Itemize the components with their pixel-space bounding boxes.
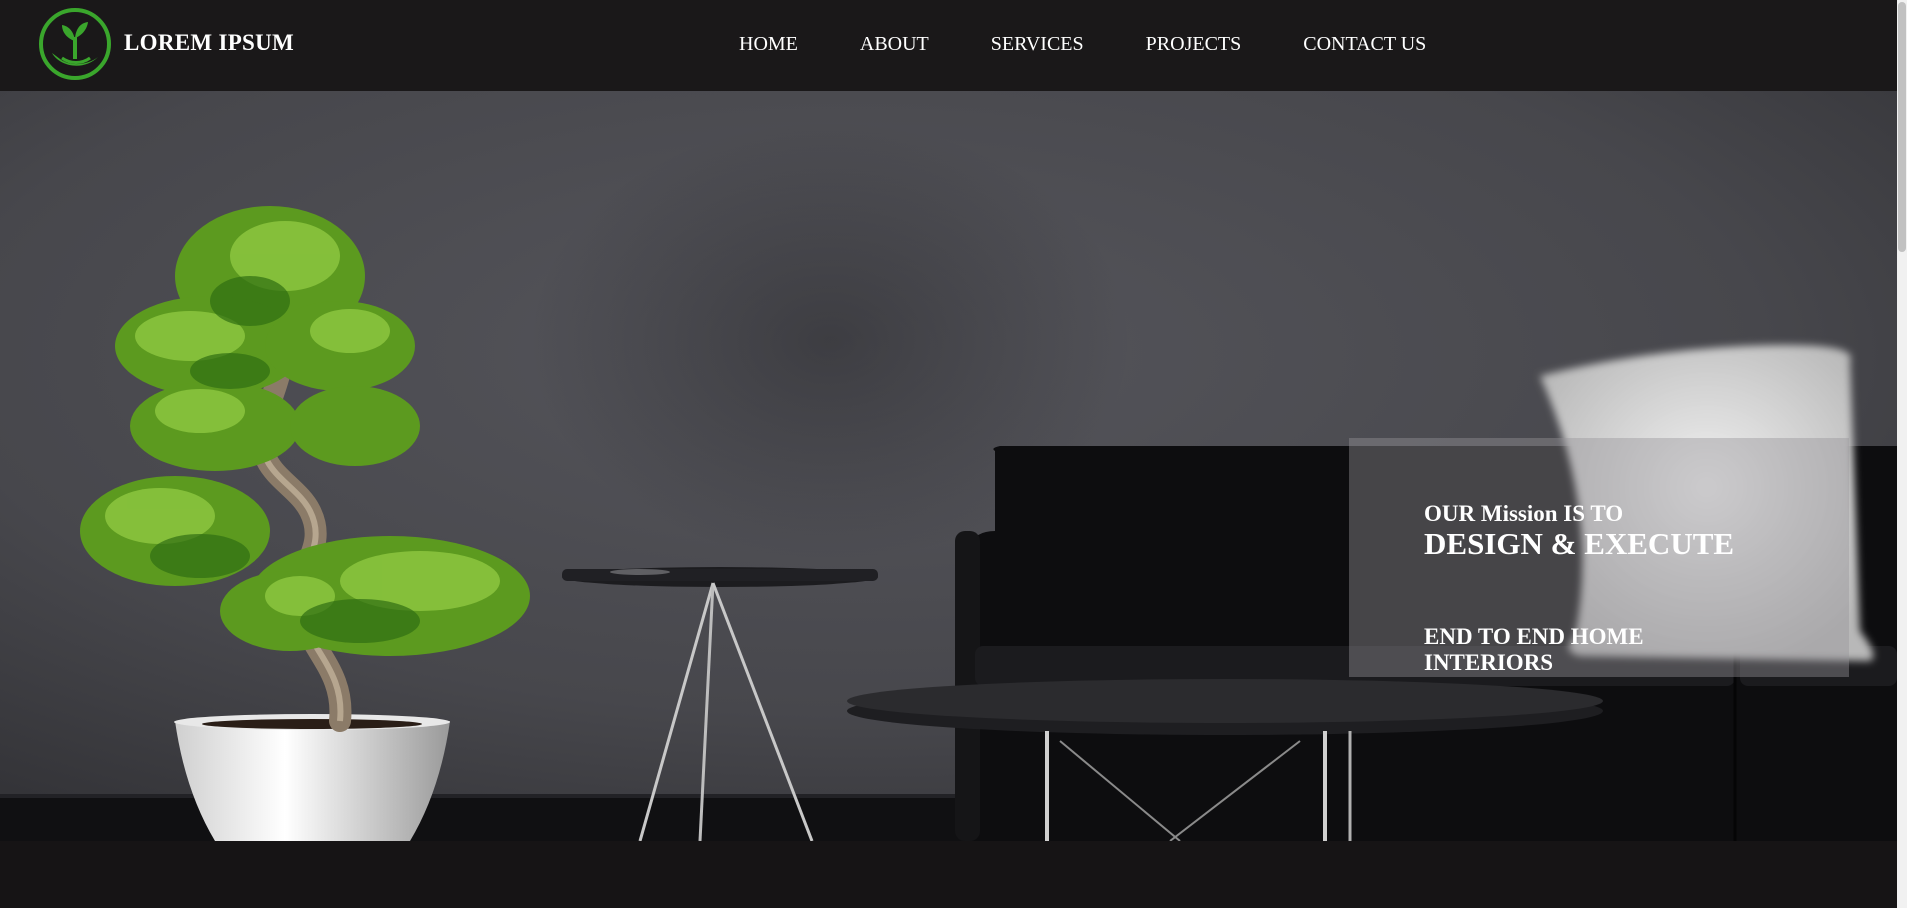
mission-subheadline: END TO END HOME INTERIORS xyxy=(1424,624,1644,675)
nav-home[interactable]: HOME xyxy=(739,33,798,56)
nav-projects[interactable]: PROJECTS xyxy=(1146,33,1242,56)
nav-about[interactable]: ABOUT xyxy=(860,33,929,56)
sprout-in-hand-icon[interactable] xyxy=(38,7,112,81)
footer-strip xyxy=(0,841,1897,908)
page: LOREM IPSUM HOME ABOUT SERVICES PROJECTS… xyxy=(0,0,1907,908)
mission-intro: OUR Mission IS TO xyxy=(1424,501,1624,526)
hero-section: OUR Mission IS TO DESIGN & EXECUTE END T… xyxy=(0,91,1897,841)
vertical-scrollbar[interactable] xyxy=(1897,0,1907,908)
scrollbar-thumb[interactable] xyxy=(1898,2,1906,252)
main-nav: HOME ABOUT SERVICES PROJECTS CONTACT US xyxy=(739,33,1488,56)
nav-services[interactable]: SERVICES xyxy=(991,33,1084,56)
nav-contact-us[interactable]: CONTACT US xyxy=(1303,33,1426,56)
mission-panel: OUR Mission IS TO DESIGN & EXECUTE END T… xyxy=(1349,438,1849,677)
site-header: LOREM IPSUM HOME ABOUT SERVICES PROJECTS… xyxy=(0,0,1897,91)
mission-headline: DESIGN & EXECUTE xyxy=(1424,526,1735,561)
brand-name[interactable]: LOREM IPSUM xyxy=(124,30,294,56)
